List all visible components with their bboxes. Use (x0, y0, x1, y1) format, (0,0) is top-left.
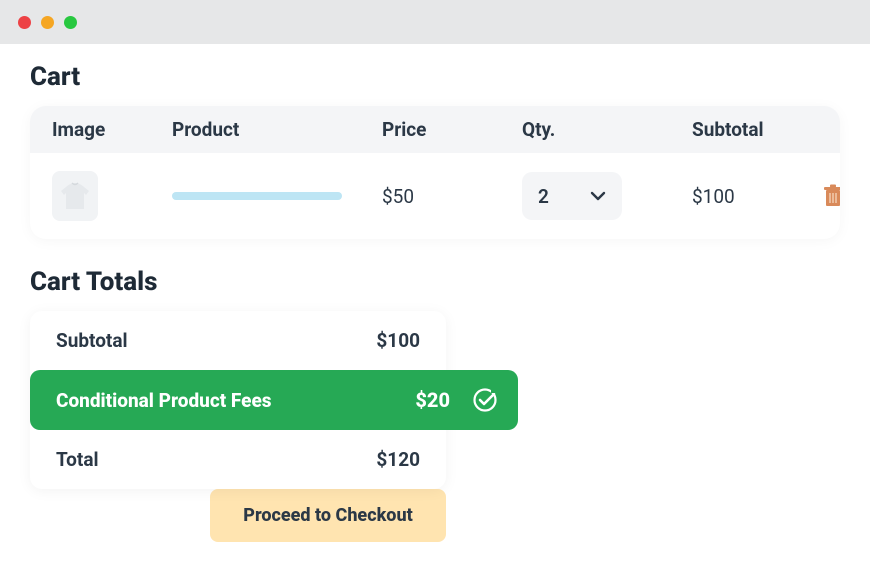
check-circle-icon (472, 387, 498, 413)
proceed-to-checkout-button[interactable]: Proceed to Checkout (210, 489, 446, 542)
quantity-value: 2 (538, 185, 549, 208)
cart-item-row: $50 2 $100 (30, 153, 840, 239)
close-window-dot[interactable] (18, 16, 31, 29)
product-name-placeholder (172, 192, 342, 200)
subtotal-label: Subtotal (56, 329, 128, 352)
total-row: Total $120 (30, 430, 446, 489)
conditional-fee-row: Conditional Product Fees $20 (30, 370, 518, 430)
remove-item-button[interactable] (822, 184, 840, 208)
header-product: Product (172, 118, 382, 141)
cart-header-row: Image Product Price Qty. Subtotal (30, 106, 840, 153)
header-price: Price (382, 118, 522, 141)
header-subtotal: Subtotal (692, 118, 822, 141)
chevron-down-icon (590, 191, 606, 201)
quantity-select[interactable]: 2 (522, 172, 622, 220)
cart-totals-title: Cart Totals (30, 267, 840, 297)
shirt-icon (59, 179, 91, 213)
total-label: Total (56, 448, 99, 471)
window-titlebar (0, 0, 870, 44)
item-subtotal: $100 (692, 185, 822, 208)
cart-title: Cart (30, 62, 840, 92)
maximize-window-dot[interactable] (64, 16, 77, 29)
fee-label: Conditional Product Fees (56, 389, 272, 412)
totals-panel: Subtotal $100 Conditional Product Fees $… (30, 311, 446, 489)
item-price: $50 (382, 185, 522, 208)
subtotal-row: Subtotal $100 (30, 311, 446, 370)
header-qty: Qty. (522, 118, 692, 141)
cart-panel: Image Product Price Qty. Subtotal $50 (30, 106, 840, 239)
header-image: Image (52, 118, 172, 141)
minimize-window-dot[interactable] (41, 16, 54, 29)
subtotal-value: $100 (376, 329, 420, 352)
trash-icon (822, 184, 840, 208)
product-thumbnail (52, 171, 98, 221)
total-value: $120 (376, 448, 420, 471)
